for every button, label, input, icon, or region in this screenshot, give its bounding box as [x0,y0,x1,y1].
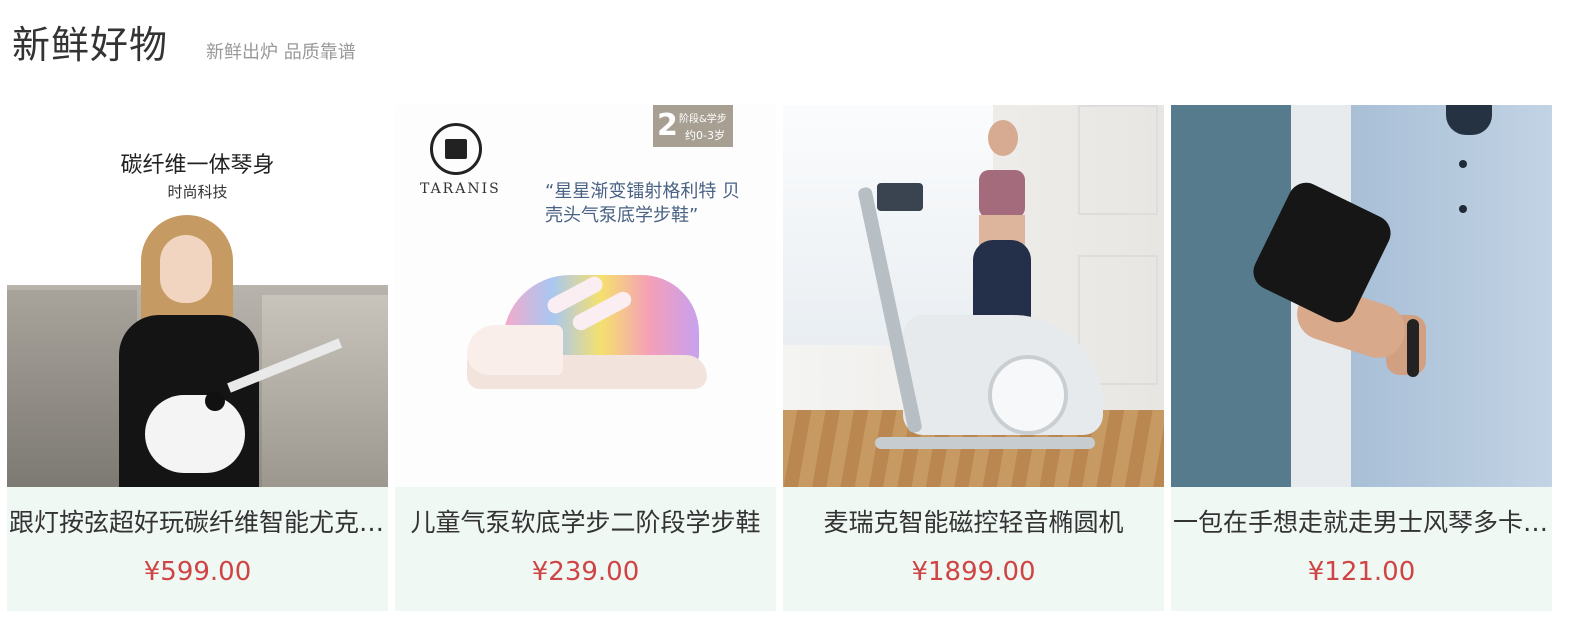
stage-badge: 2 阶段&学步 约0-3岁 [653,105,733,147]
product-name[interactable]: 儿童气泵软底学步二阶段学步鞋 [395,506,776,540]
product-image-ukulele[interactable]: 碳纤维一体琴身 时尚科技 [7,105,388,487]
product-card-wallet[interactable]: 一包在手想走就走男士风琴多卡位钱包 ¥121.00 [1171,105,1552,611]
brand-name: TARANIS [420,181,501,197]
image-building-right [262,295,388,487]
shoe-toe-cap [467,325,563,375]
elliptical-console [877,183,923,211]
product-price: ¥599.00 [143,557,252,587]
stage-badge-age: 约0-3岁 [685,129,725,142]
ukulele-body [145,395,245,473]
product-name[interactable]: 麦瑞克智能磁控轻音椭圆机 [783,506,1164,540]
product-price: ¥239.00 [531,557,640,587]
product-image-wallet[interactable] [1171,105,1552,487]
shirt-button [1459,205,1467,213]
model-shirt [1351,105,1552,487]
product-price: ¥121.00 [1307,557,1416,587]
product-grid: 碳纤维一体琴身 时尚科技 跟灯按弦超好玩碳纤维智能尤克里里 ¥599.00 TA… [7,105,1552,611]
ukulele-soundhole [205,391,225,411]
wristband [1407,319,1419,377]
elliptical-base [875,437,1095,449]
section-subtitle: 新鲜出炉 品质靠谱 [206,42,356,63]
product-image-elliptical[interactable] [783,105,1164,487]
stage-badge-label: 阶段&学步 [679,114,727,125]
image-wall-left [1171,105,1291,487]
stage-badge-number: 2 [657,108,678,143]
wall-panel [1078,105,1158,215]
image-subheadline: 时尚科技 [167,183,228,201]
product-card-elliptical[interactable]: 麦瑞克智能磁控轻音椭圆机 ¥1899.00 [783,105,1164,611]
product-card-ukulele[interactable]: 碳纤维一体琴身 时尚科技 跟灯按弦超好玩碳纤维智能尤克里里 ¥599.00 [7,105,388,611]
shirt-button [1459,160,1467,168]
product-card-shoes[interactable]: TARANIS 2 阶段&学步 约0-3岁 “星星渐变镭射格利特 贝壳头气泵底学… [395,105,776,611]
product-name[interactable]: 跟灯按弦超好玩碳纤维智能尤克里里 [7,506,388,540]
model-head [988,120,1018,156]
brand-logo-mark [445,139,467,159]
image-tagline: “星星渐变镭射格利特 贝壳头气泵底学步鞋” [545,181,741,226]
product-price: ¥1899.00 [911,557,1036,587]
elliptical-flywheel [988,355,1068,435]
image-building-left [7,290,137,487]
model-face [160,235,212,303]
section-header: 新鲜好物 新鲜出炉 品质靠谱 [12,14,356,67]
product-name[interactable]: 一包在手想走就走男士风琴多卡位钱包 [1171,506,1552,540]
image-headline: 碳纤维一体琴身 [120,153,275,178]
product-image-shoes[interactable]: TARANIS 2 阶段&学步 约0-3岁 “星星渐变镭射格利特 贝壳头气泵底学… [395,105,776,487]
section-title: 新鲜好物 [12,23,169,67]
model-top [979,170,1025,218]
